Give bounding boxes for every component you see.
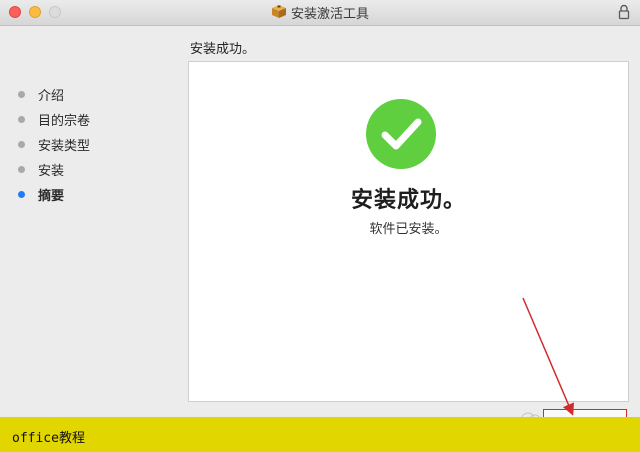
content-heading: 安装成功。 [190, 42, 256, 57]
step-label: 介绍 [38, 89, 65, 104]
step-label: 摘要 [38, 189, 65, 204]
step-dot-active [18, 191, 25, 198]
step-install-type: 安装类型 [18, 132, 178, 157]
step-dot [18, 141, 25, 148]
checkmark-circle-icon [365, 98, 437, 174]
step-dot [18, 91, 25, 98]
footer-label: office教程 [12, 431, 85, 446]
installer-steps-sidebar: 介绍 目的宗卷 安装类型 安装 摘要 [18, 82, 178, 207]
window-title: 安装激活工具 [290, 7, 369, 22]
package-icon [271, 4, 287, 25]
step-label: 安装类型 [38, 139, 91, 154]
step-destination: 目的宗卷 [18, 107, 178, 132]
footer-bar: office教程 [0, 417, 640, 452]
step-install: 安装 [18, 157, 178, 182]
success-subtitle: 软件已安装。 [369, 222, 448, 237]
step-label: 安装 [38, 164, 65, 179]
step-label: 目的宗卷 [38, 114, 91, 129]
window-title-area: 安装激活工具 [0, 4, 640, 25]
lock-icon[interactable] [618, 4, 630, 24]
step-summary: 摘要 [18, 182, 178, 207]
content-panel: 安装成功。 软件已安装。 [188, 61, 629, 402]
step-intro: 介绍 [18, 82, 178, 107]
step-dot [18, 116, 25, 123]
window-titlebar: 安装激活工具 [0, 0, 640, 26]
step-dot [18, 166, 25, 173]
success-title: 安装成功。 [350, 188, 466, 213]
